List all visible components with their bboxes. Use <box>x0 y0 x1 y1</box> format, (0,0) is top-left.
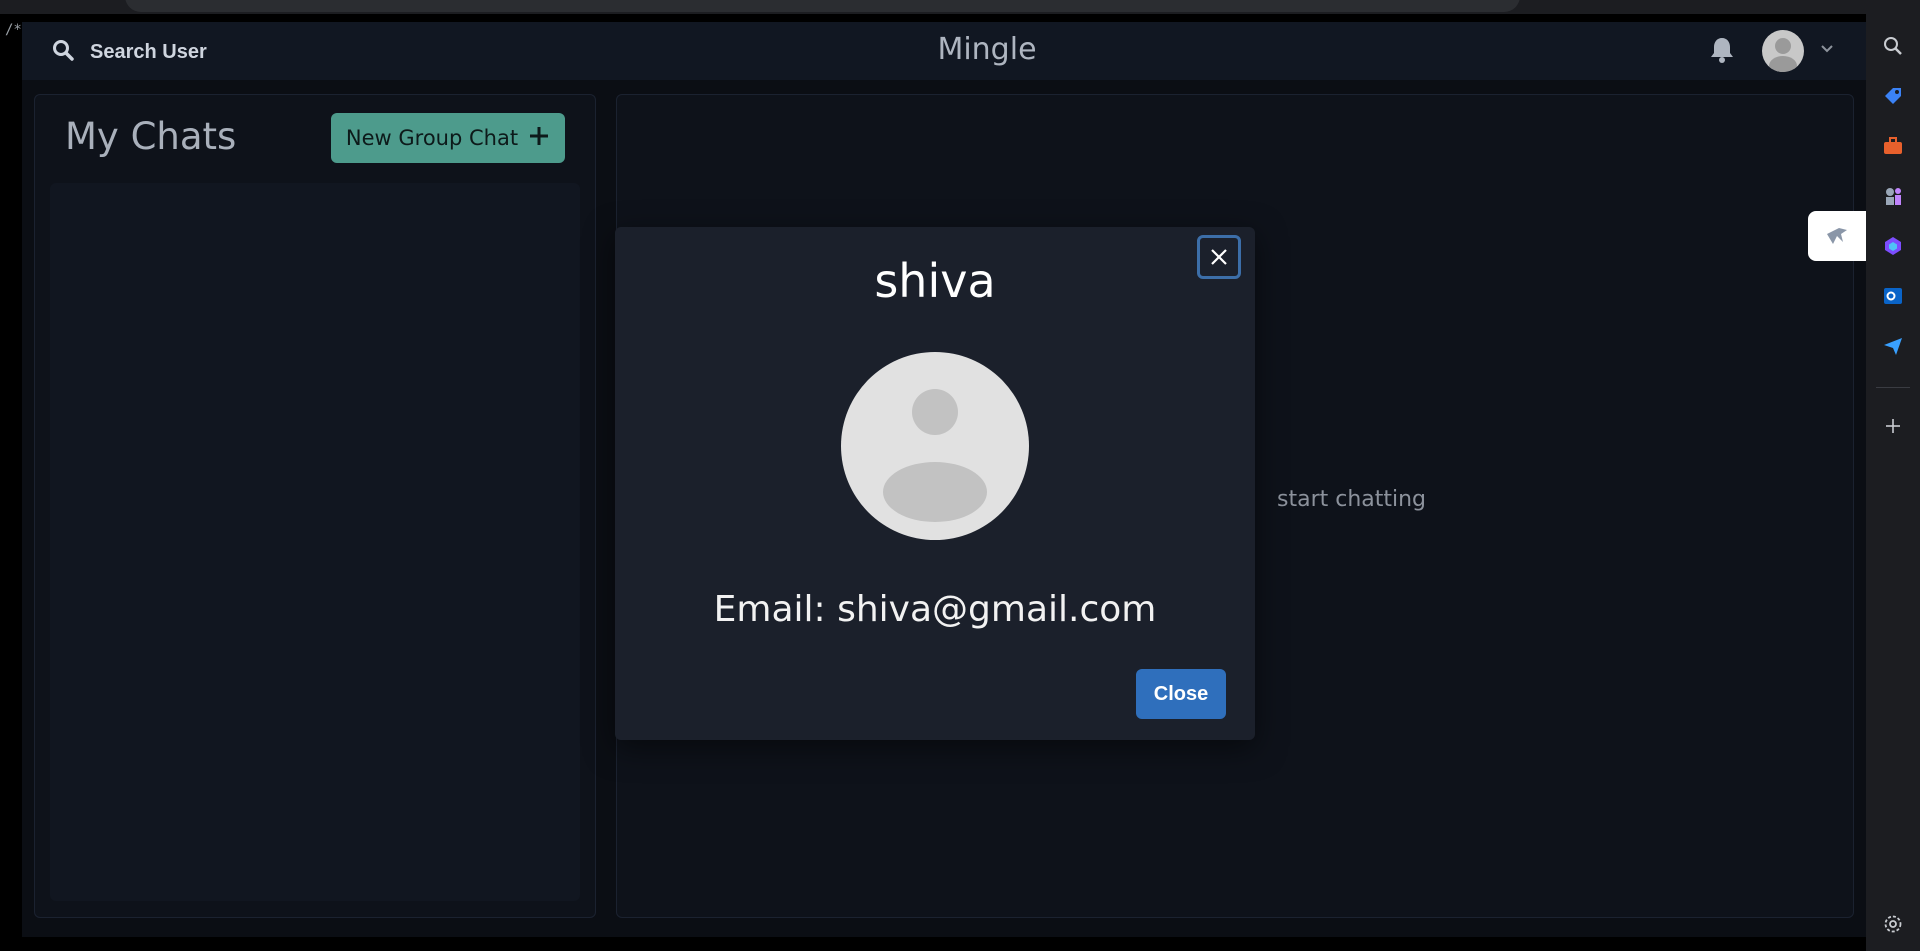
search-user-label: Search User <box>90 40 207 63</box>
shopping-tag-icon[interactable] <box>1881 84 1905 108</box>
search-icon <box>52 39 74 66</box>
chess-icon[interactable] <box>1881 184 1905 208</box>
copilot-icon[interactable] <box>1881 234 1905 258</box>
search-user-button[interactable]: Search User <box>52 36 207 68</box>
top-header: Search User Mingle <box>22 22 1866 80</box>
add-icon[interactable] <box>1881 414 1905 438</box>
user-avatar[interactable] <box>1762 30 1804 72</box>
toolbox-icon[interactable] <box>1881 134 1905 158</box>
bell-icon[interactable] <box>1710 36 1734 69</box>
browser-toolbar <box>0 0 1920 14</box>
close-icon[interactable] <box>1197 235 1241 279</box>
outlook-icon[interactable] <box>1881 284 1905 308</box>
edge-search-icon[interactable] <box>1881 34 1905 58</box>
address-bar[interactable] <box>125 0 1520 12</box>
settings-icon[interactable] <box>1881 912 1905 936</box>
profile-avatar <box>841 352 1029 540</box>
new-group-chat-label: New Group Chat <box>345 126 519 150</box>
app-brand: Mingle <box>937 32 1037 67</box>
chevron-down-icon[interactable] <box>1820 41 1834 60</box>
floating-app-icon[interactable] <box>1808 211 1866 261</box>
plus-icon <box>528 125 550 152</box>
chat-hint-text: start chatting <box>1277 487 1427 512</box>
send-icon[interactable] <box>1881 334 1905 358</box>
sidebar-divider <box>1876 387 1910 388</box>
new-group-chat-button[interactable]: New Group Chat <box>331 113 565 163</box>
profile-email: Email: shiva@gmail.com <box>713 589 1157 630</box>
my-chats-panel: My Chats New Group Chat <box>34 94 596 918</box>
edge-sidebar <box>1866 0 1920 951</box>
profile-modal: shiva Email: shiva@gmail.com Close <box>615 227 1255 740</box>
profile-name: shiva <box>874 254 996 308</box>
editor-fragment: /* <box>5 22 22 38</box>
chats-list[interactable] <box>50 183 580 901</box>
my-chats-title: My Chats <box>65 115 237 158</box>
close-button[interactable]: Close <box>1136 669 1226 719</box>
